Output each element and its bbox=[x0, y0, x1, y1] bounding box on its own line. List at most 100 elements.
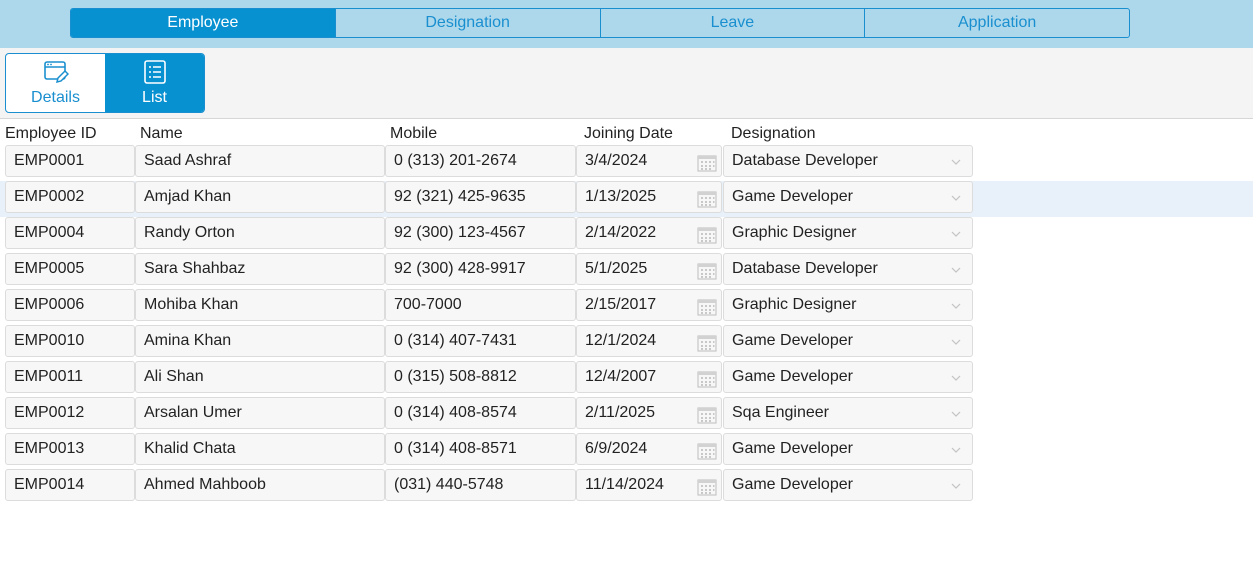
joining-date-cell[interactable]: 6/9/2024 bbox=[576, 433, 722, 465]
name-cell[interactable]: Ali Shan bbox=[135, 361, 385, 393]
table-row[interactable]: EMP0010 Amina Khan 0 (314) 407-7431 12/1/20… bbox=[0, 325, 1253, 361]
tab-leave[interactable]: Leave bbox=[599, 9, 865, 37]
joining-date-cell[interactable]: 5/1/2025 bbox=[576, 253, 722, 285]
employee-id-cell[interactable]: EMP0006 bbox=[5, 289, 135, 321]
joining-date-value: 2/14/2022 bbox=[585, 224, 657, 241]
calendar-icon[interactable] bbox=[697, 478, 717, 496]
chevron-down-icon[interactable] bbox=[950, 265, 962, 275]
chevron-down-icon[interactable] bbox=[950, 193, 962, 203]
main-tabs: Employee Designation Leave Application bbox=[70, 8, 1130, 38]
designation-value: Database Developer bbox=[732, 152, 878, 169]
employee-id-cell[interactable]: EMP0011 bbox=[5, 361, 135, 393]
designation-select[interactable]: Game Developer bbox=[723, 181, 973, 213]
designation-value: Sqa Engineer bbox=[732, 404, 829, 421]
table-row[interactable]: EMP0004 Randy Orton 92 (300) 123-4567 2/14/… bbox=[0, 217, 1253, 253]
calendar-icon[interactable] bbox=[697, 406, 717, 424]
designation-select[interactable]: Game Developer bbox=[723, 433, 973, 465]
employee-id-cell[interactable]: EMP0005 bbox=[5, 253, 135, 285]
designation-select[interactable]: Graphic Designer bbox=[723, 289, 973, 321]
mobile-cell[interactable]: 0 (314) 408-8574 bbox=[385, 397, 576, 429]
chevron-down-icon[interactable] bbox=[950, 409, 962, 419]
chevron-down-icon[interactable] bbox=[950, 157, 962, 167]
joining-date-value: 12/1/2024 bbox=[585, 332, 657, 349]
details-view-button[interactable]: Details bbox=[6, 54, 105, 112]
name-cell[interactable]: Amina Khan bbox=[135, 325, 385, 357]
mobile-cell[interactable]: 92 (300) 123-4567 bbox=[385, 217, 576, 249]
table-row[interactable]: EMP0011 Ali Shan 0 (315) 508-8812 12/4/2007… bbox=[0, 361, 1253, 397]
employee-id-cell[interactable]: EMP0001 bbox=[5, 145, 135, 177]
list-view-button[interactable]: List bbox=[105, 54, 204, 112]
name-cell[interactable]: Ahmed Mahboob bbox=[135, 469, 385, 501]
calendar-icon[interactable] bbox=[697, 262, 717, 280]
mobile-cell[interactable]: 0 (314) 408-8571 bbox=[385, 433, 576, 465]
chevron-down-icon[interactable] bbox=[950, 229, 962, 239]
view-toggle: Details List bbox=[5, 53, 205, 113]
mobile-cell[interactable]: 0 (315) 508-8812 bbox=[385, 361, 576, 393]
designation-value: Game Developer bbox=[732, 188, 853, 205]
table-row[interactable]: EMP0012 Arsalan Umer 0 (314) 408-8574 2/11/… bbox=[0, 397, 1253, 433]
grid-rows: EMP0001 Saad Ashraf 0 (313) 201-2674 3/4/20… bbox=[0, 145, 1253, 505]
designation-select[interactable]: Game Developer bbox=[723, 325, 973, 357]
mobile-cell[interactable]: (031) 440-5748 bbox=[385, 469, 576, 501]
calendar-icon[interactable] bbox=[697, 334, 717, 352]
employee-id-cell[interactable]: EMP0014 bbox=[5, 469, 135, 501]
name-cell[interactable]: Saad Ashraf bbox=[135, 145, 385, 177]
calendar-icon[interactable] bbox=[697, 190, 717, 208]
tab-employee[interactable]: Employee bbox=[71, 9, 335, 37]
chevron-down-icon[interactable] bbox=[950, 337, 962, 347]
calendar-icon[interactable] bbox=[697, 226, 717, 244]
joining-date-cell[interactable]: 11/14/2024 bbox=[576, 469, 722, 501]
joining-date-cell[interactable]: 2/15/2017 bbox=[576, 289, 722, 321]
joining-date-cell[interactable]: 3/4/2024 bbox=[576, 145, 722, 177]
mobile-cell[interactable]: 0 (314) 407-7431 bbox=[385, 325, 576, 357]
employee-id-cell[interactable]: EMP0010 bbox=[5, 325, 135, 357]
name-cell[interactable]: Mohiba Khan bbox=[135, 289, 385, 321]
chevron-down-icon[interactable] bbox=[950, 373, 962, 383]
table-row[interactable]: EMP0013 Khalid Chata 0 (314) 408-8571 6/9/2… bbox=[0, 433, 1253, 469]
designation-value: Game Developer bbox=[732, 440, 853, 457]
designation-select[interactable]: Database Developer bbox=[723, 145, 973, 177]
designation-select[interactable]: Game Developer bbox=[723, 361, 973, 393]
name-cell[interactable]: Randy Orton bbox=[135, 217, 385, 249]
mobile-cell[interactable]: 92 (321) 425-9635 bbox=[385, 181, 576, 213]
calendar-icon[interactable] bbox=[697, 298, 717, 316]
chevron-down-icon[interactable] bbox=[950, 481, 962, 491]
name-cell[interactable]: Amjad Khan bbox=[135, 181, 385, 213]
table-row[interactable]: EMP0002 Amjad Khan 92 (321) 425-9635 1/13/2… bbox=[0, 181, 1253, 217]
table-row[interactable]: EMP0001 Saad Ashraf 0 (313) 201-2674 3/4/20… bbox=[0, 145, 1253, 181]
column-header-name: Name bbox=[140, 125, 183, 142]
chevron-down-icon[interactable] bbox=[950, 445, 962, 455]
name-cell[interactable]: Khalid Chata bbox=[135, 433, 385, 465]
joining-date-cell[interactable]: 12/4/2007 bbox=[576, 361, 722, 393]
designation-select[interactable]: Graphic Designer bbox=[723, 217, 973, 249]
table-row[interactable]: EMP0005 Sara Shahbaz 92 (300) 428-9917 5/1/… bbox=[0, 253, 1253, 289]
designation-select[interactable]: Database Developer bbox=[723, 253, 973, 285]
chevron-down-icon[interactable] bbox=[950, 301, 962, 311]
tab-application[interactable]: Application bbox=[864, 9, 1129, 37]
designation-value: Graphic Designer bbox=[732, 224, 857, 241]
joining-date-value: 2/11/2025 bbox=[585, 404, 655, 421]
mobile-cell[interactable]: 92 (300) 428-9917 bbox=[385, 253, 576, 285]
employee-id-cell[interactable]: EMP0002 bbox=[5, 181, 135, 213]
mobile-cell[interactable]: 700-7000 bbox=[385, 289, 576, 321]
joining-date-value: 12/4/2007 bbox=[585, 368, 657, 385]
designation-select[interactable]: Sqa Engineer bbox=[723, 397, 973, 429]
table-row[interactable]: EMP0006 Mohiba Khan 700-7000 2/15/2017 Graph… bbox=[0, 289, 1253, 325]
calendar-icon[interactable] bbox=[697, 154, 717, 172]
mobile-cell[interactable]: 0 (313) 201-2674 bbox=[385, 145, 576, 177]
employee-id-cell[interactable]: EMP0004 bbox=[5, 217, 135, 249]
name-cell[interactable]: Sara Shahbaz bbox=[135, 253, 385, 285]
joining-date-cell[interactable]: 2/11/2025 bbox=[576, 397, 722, 429]
employee-id-cell[interactable]: EMP0013 bbox=[5, 433, 135, 465]
joining-date-cell[interactable]: 2/14/2022 bbox=[576, 217, 722, 249]
table-row[interactable]: EMP0014 Ahmed Mahboob (031) 440-5748 11/14/… bbox=[0, 469, 1253, 505]
designation-select[interactable]: Game Developer bbox=[723, 469, 973, 501]
calendar-icon[interactable] bbox=[697, 370, 717, 388]
joining-date-cell[interactable]: 12/1/2024 bbox=[576, 325, 722, 357]
employee-id-cell[interactable]: EMP0012 bbox=[5, 397, 135, 429]
joining-date-value: 5/1/2025 bbox=[585, 260, 648, 277]
tab-designation[interactable]: Designation bbox=[334, 9, 600, 37]
joining-date-cell[interactable]: 1/13/2025 bbox=[576, 181, 722, 213]
name-cell[interactable]: Arsalan Umer bbox=[135, 397, 385, 429]
calendar-icon[interactable] bbox=[697, 442, 717, 460]
